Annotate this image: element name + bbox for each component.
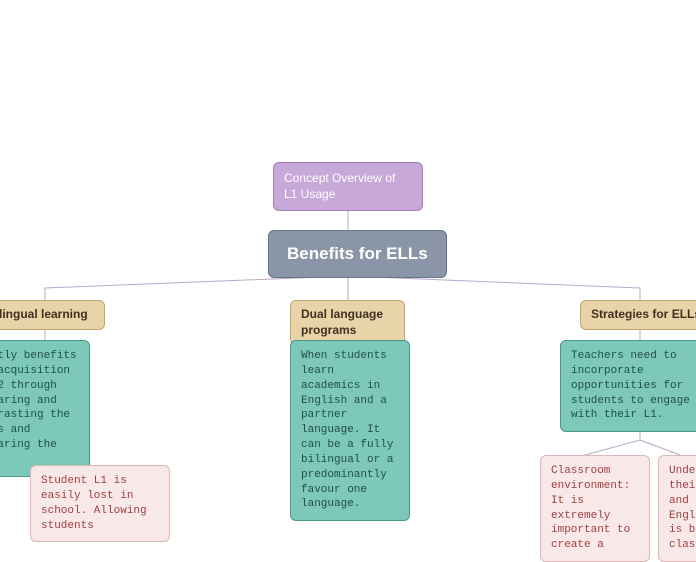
strategies-pink-1-text: Classroom environment: It is extremely i… [551,465,630,551]
concept-overview-node[interactable]: Concept Overview of L1 Usage [273,162,423,211]
strategies-pink-2-text: Understanding their L1 and their English… [669,465,696,551]
branch-dual-language[interactable]: Dual language programs [290,300,405,345]
multilingual-teal[interactable]: Greatly benefits the acquisition of L2 t… [0,340,90,477]
strategies-pink-1[interactable]: Classroom environment: It is extremely i… [540,455,650,562]
branch-dual-title: Dual language programs [301,307,383,337]
branch-multilingual-title: Multilingual learning [0,307,88,321]
multilingual-pink[interactable]: Student L1 is easily lost in school. All… [30,465,170,542]
center-node[interactable]: Benefits for ELLs [268,230,447,278]
strategies-pink-2[interactable]: Understanding their L1 and their English… [658,455,696,562]
branch-multilingual[interactable]: Multilingual learning [0,300,105,330]
strategies-teal-text: Teachers need to incorporate opportuniti… [571,350,690,421]
concept-label: Concept Overview of L1 Usage [284,171,395,201]
branch-strategies-title: Strategies for ELLs [591,307,696,321]
branch-strategies[interactable]: Strategies for ELLs [580,300,696,330]
center-label: Benefits for ELLs [287,244,428,263]
multilingual-pink-text: Student L1 is easily lost in school. All… [41,475,147,532]
dual-teal[interactable]: When students learn academics in English… [290,340,410,521]
dual-teal-text: When students learn academics in English… [301,350,393,510]
multilingual-teal-text: Greatly benefits the acquisition of L2 t… [0,350,77,466]
strategies-teal[interactable]: Teachers need to incorporate opportuniti… [560,340,696,432]
